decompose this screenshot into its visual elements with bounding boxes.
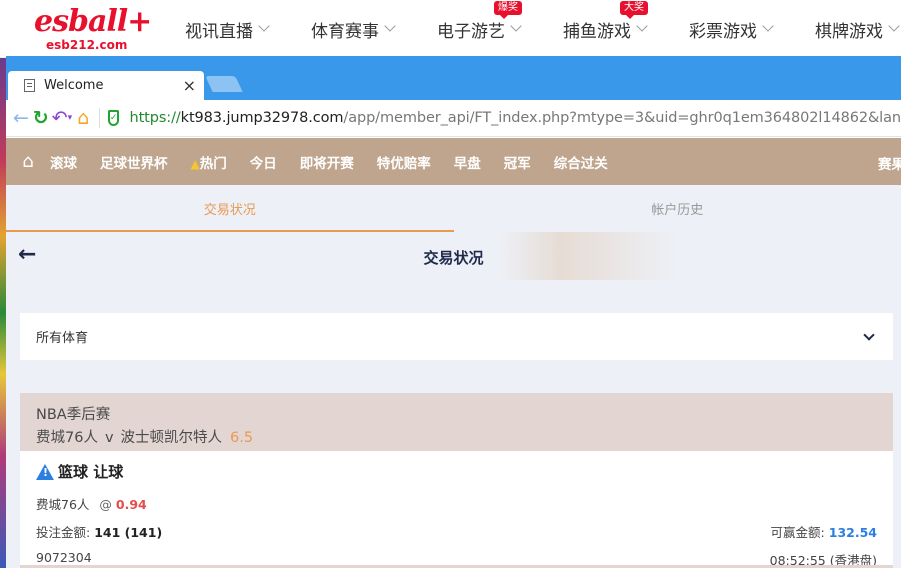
bet-odds: 0.94 bbox=[115, 497, 147, 512]
sport-filter-value: 所有体育 bbox=[36, 331, 89, 346]
url-host: kt983.jump32978.com bbox=[180, 110, 344, 126]
potential-win: 可赢金额: 132.54 bbox=[771, 522, 877, 541]
menu-item-best-odds[interactable]: 特优赔率 bbox=[377, 152, 431, 172]
tab-account-history[interactable]: 帐户历史 bbox=[454, 185, 901, 232]
nav-item-lottery[interactable]: 彩票游戏 bbox=[672, 0, 798, 58]
chevron-down-icon bbox=[384, 20, 396, 32]
home-icon[interactable]: ⌂ bbox=[6, 151, 50, 172]
menu-item-today[interactable]: 今日 bbox=[250, 152, 277, 172]
selection-team: 费城76人 bbox=[36, 497, 90, 512]
stake-value: 141 (141) bbox=[94, 525, 163, 540]
logo-domain: esb212.com bbox=[46, 38, 128, 52]
site-logo[interactable]: esball+ esb212.com bbox=[34, 4, 152, 54]
stake-row: 投注金额: 141 (141) 可赢金额: 132.54 bbox=[36, 522, 877, 541]
nav-item-label: 体育赛事 bbox=[311, 21, 379, 42]
menu-item-hot-label: 热门 bbox=[199, 155, 227, 172]
bet-market: 篮球 让球 bbox=[36, 461, 877, 482]
league-name: NBA季后赛 bbox=[36, 407, 111, 423]
ticket-id: 9072304 bbox=[36, 550, 92, 565]
tab-title: Welcome bbox=[44, 78, 104, 93]
at-symbol: @ bbox=[99, 497, 112, 512]
away-team: 波士顿凯尔特人 bbox=[120, 430, 223, 446]
browser-toolbar: ← ↻ ↶ ▾ ⌂ ✓ https://kt983.jump32978.com/a… bbox=[6, 100, 901, 137]
home-icon[interactable]: ⌂ bbox=[73, 105, 93, 131]
nav-item-label: 棋牌游戏 bbox=[815, 21, 883, 42]
nav-item-cards[interactable]: 棋牌游戏 bbox=[798, 0, 901, 58]
undo-icon[interactable]: ↶ ▾ bbox=[51, 105, 74, 131]
menu-item-parlay[interactable]: 综合过关 bbox=[554, 152, 608, 172]
nav-item-label: 彩票游戏 bbox=[689, 21, 757, 42]
address-bar[interactable]: https://kt983.jump32978.com/app/member_a… bbox=[129, 110, 901, 126]
nav-item-slots[interactable]: 电子游艺 爆奖 bbox=[420, 0, 546, 58]
back-arrow-icon[interactable]: ← bbox=[11, 105, 31, 131]
versus-label: v bbox=[104, 430, 114, 446]
nav-item-label: 电子游艺 bbox=[437, 21, 505, 42]
logo-text: esball+ bbox=[34, 4, 152, 39]
menu-item-results[interactable]: 赛果 bbox=[878, 153, 901, 173]
warning-icon bbox=[36, 463, 54, 480]
chevron-down-icon bbox=[762, 20, 774, 32]
shield-check-icon[interactable]: ✓ bbox=[107, 110, 120, 126]
site-nav: esball+ esb212.com 视讯直播 体育赛事 电子游艺 爆奖 捕鱼游… bbox=[0, 0, 901, 58]
page-header: ← 交易状况 bbox=[6, 232, 901, 280]
nav-item-fishing[interactable]: 捕鱼游戏 大奖 bbox=[546, 0, 672, 58]
menu-item-upcoming[interactable]: 即将开赛 bbox=[300, 152, 354, 172]
bet-selection: 费城76人 @ 0.94 bbox=[36, 494, 877, 513]
reload-icon[interactable]: ↻ bbox=[31, 105, 51, 131]
chevron-down-icon bbox=[510, 20, 522, 32]
page-icon bbox=[24, 79, 35, 92]
browser-window: Welcome × ← ↻ ↶ ▾ ⌂ ✓ https://kt983.jump3… bbox=[6, 56, 901, 568]
win-amount: 132.54 bbox=[828, 525, 877, 540]
bet-card-header: NBA季后赛 费城76人 v 波士顿凯尔特人 6.5 bbox=[20, 393, 893, 451]
nav-item-live[interactable]: 视讯直播 bbox=[168, 0, 294, 58]
chevron-down-icon bbox=[636, 20, 648, 32]
menu-item-inplay[interactable]: 滚球 bbox=[50, 152, 77, 172]
page-title: 交易状况 bbox=[423, 249, 484, 267]
sub-tabs: 交易状况 帐户历史 bbox=[6, 185, 901, 232]
win-label: 可赢金额: bbox=[770, 525, 825, 540]
menu-item-outright[interactable]: 冠军 bbox=[504, 152, 531, 172]
menu-item-hot[interactable]: ▲热门 bbox=[191, 152, 227, 172]
chevron-down-icon bbox=[863, 329, 875, 341]
main-content: 所有体育 NBA季后赛 费城76人 v 波士顿凯尔特人 6.5 篮球 让球 bbox=[6, 280, 901, 568]
screen: esball+ esb212.com 视讯直播 体育赛事 电子游艺 爆奖 捕鱼游… bbox=[0, 0, 901, 568]
chevron-down-icon bbox=[888, 20, 900, 32]
url-protocol: https:// bbox=[129, 110, 181, 126]
menu-item-worldcup[interactable]: 足球世界杯 bbox=[100, 152, 168, 172]
market-label: 篮球 让球 bbox=[58, 463, 124, 481]
sports-menu: ⌂ 滚球 足球世界杯 ▲热门 今日 即将开赛 特优赔率 早盘 冠军 综合过关 赛… bbox=[6, 138, 901, 185]
ticket-row: 9072304 08:52:55 (香港盘) bbox=[36, 550, 877, 568]
nav-item-label: 视讯直播 bbox=[185, 21, 253, 42]
handicap-value: 6.5 bbox=[230, 430, 254, 446]
flame-icon: ▲ bbox=[190, 156, 200, 171]
close-icon[interactable]: × bbox=[183, 76, 196, 95]
match-teams: 费城76人 v 波士顿凯尔特人 6.5 bbox=[36, 426, 877, 447]
url-path: /app/member_api/FT_index.php?mtype=3&uid… bbox=[343, 110, 901, 126]
jackpot-badge: 大奖 bbox=[620, 1, 648, 19]
bet-card: NBA季后赛 费城76人 v 波士顿凯尔特人 6.5 篮球 让球 费城76人 @ 0.… bbox=[20, 393, 893, 568]
browser-tab[interactable]: Welcome × bbox=[8, 71, 204, 100]
menu-item-early[interactable]: 早盘 bbox=[454, 152, 481, 172]
chevron-down-icon bbox=[258, 20, 270, 32]
sport-filter-select[interactable]: 所有体育 bbox=[20, 313, 893, 360]
nav-item-sports[interactable]: 体育赛事 bbox=[294, 0, 420, 58]
stake-label: 投注金额: bbox=[36, 525, 91, 540]
home-team: 费城76人 bbox=[36, 430, 98, 446]
new-tab-button[interactable] bbox=[205, 76, 243, 92]
tab-bet-status[interactable]: 交易状况 bbox=[6, 185, 454, 232]
hot-badge: 爆奖 bbox=[494, 1, 522, 19]
browser-tab-bar: Welcome × bbox=[6, 56, 901, 100]
bet-card-body: 篮球 让球 费城76人 @ 0.94 投注金额: 141 (141) 可赢金额:… bbox=[20, 451, 893, 568]
nav-item-label: 捕鱼游戏 bbox=[563, 21, 631, 42]
toolbar-divider bbox=[99, 108, 100, 128]
site-nav-items: 视讯直播 体育赛事 电子游艺 爆奖 捕鱼游戏 大奖 彩票游戏 棋牌游戏 bbox=[168, 0, 901, 58]
